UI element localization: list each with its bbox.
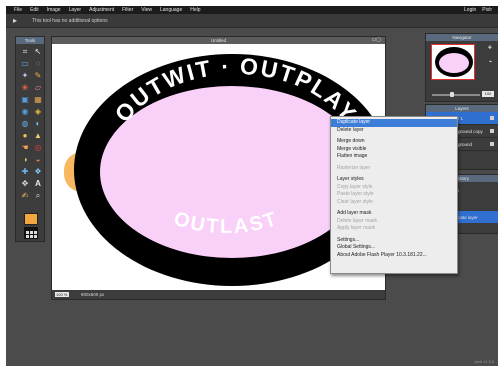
- context-menu-item[interactable]: Duplicate layer: [331, 119, 457, 127]
- pencil-icon[interactable]: ✎: [32, 70, 44, 81]
- type-icon[interactable]: A: [32, 178, 44, 189]
- lasso-icon[interactable]: ◌: [32, 58, 44, 69]
- context-menu-item[interactable]: Settings...: [331, 237, 457, 245]
- context-menu-item: Clear layer style: [337, 198, 373, 205]
- move-tool-icon: ▸: [13, 16, 18, 25]
- navigator-title: Navigator: [426, 34, 498, 41]
- context-menu-item: Rasterize layer: [337, 164, 371, 171]
- dodge-icon[interactable]: ◑: [19, 154, 31, 165]
- pinch-icon[interactable]: ✥: [19, 178, 31, 189]
- zoom-slider-handle[interactable]: [450, 92, 454, 97]
- tools-panel: Tools ⌗ ↖ ▭ ◌ ✦ ✎ ❀ ▱ ▣ ▦ ◉ ◈ ◍ ◐ ● ▲ ☚ …: [15, 36, 45, 242]
- menu-help[interactable]: Help: [190, 6, 200, 14]
- crop-icon[interactable]: ⌗: [19, 46, 31, 57]
- context-menu-item: Delete layer mask: [337, 217, 378, 224]
- sharpen-icon[interactable]: ▲: [32, 130, 44, 141]
- layer-visibility-checkbox[interactable]: [490, 129, 494, 133]
- context-menu-item[interactable]: Global Settings...: [331, 244, 457, 252]
- zoom-slider[interactable]: [432, 94, 480, 96]
- quick-mask-icon[interactable]: [24, 227, 38, 239]
- brand-label: Pixlr: [482, 7, 492, 13]
- zoom-in-icon[interactable]: ✚: [488, 46, 492, 51]
- context-menu-item: Apply layer mask: [337, 225, 376, 231]
- tools-title: Tools: [16, 37, 44, 44]
- context-menu-item[interactable]: Merge visible: [331, 146, 457, 154]
- login-link[interactable]: Login: [464, 6, 476, 14]
- options-message: This tool has no additional options: [32, 18, 108, 24]
- layers-title: Layers: [426, 105, 498, 112]
- move-icon[interactable]: ↖: [32, 46, 44, 57]
- thumbnail-artwork: [435, 47, 473, 77]
- context-menu-item[interactable]: Merge down: [331, 138, 457, 146]
- version-note: pixlr v1.3.0: [474, 359, 494, 364]
- zoom-fit-icon[interactable]: ⌖: [489, 60, 492, 65]
- context-menu-item[interactable]: Layer styles: [331, 176, 457, 184]
- document-size: 800x600 px: [81, 292, 105, 297]
- marquee-icon[interactable]: ▭: [19, 58, 31, 69]
- burn-icon[interactable]: ◒: [32, 154, 44, 165]
- layer-visibility-checkbox[interactable]: [490, 142, 494, 146]
- foreground-color-swatch[interactable]: [24, 213, 38, 225]
- eyedropper-icon[interactable]: ✍: [19, 190, 31, 201]
- menu-image[interactable]: Image: [47, 6, 61, 14]
- sponge-icon[interactable]: ◐: [32, 118, 44, 129]
- zoom-field[interactable]: 100 %: [55, 292, 69, 297]
- menu-layer[interactable]: Layer: [69, 6, 82, 14]
- eraser-icon[interactable]: ▱: [32, 82, 44, 93]
- navigator-zoom-value[interactable]: 100: [482, 91, 494, 97]
- navigator-panel: Navigator ✚ ⌖ 100: [425, 33, 498, 102]
- document-status-bar: 100 % 800x600 px: [52, 290, 385, 299]
- menubar: File Edit Image Layer Adjustment Filter …: [6, 6, 498, 14]
- layer-context-menu: Duplicate layer Delete layer Merge down Mer…: [330, 116, 458, 274]
- bloat-icon[interactable]: ❖: [32, 166, 44, 177]
- zoom-icon[interactable]: ⌕: [32, 190, 44, 201]
- gradient-icon[interactable]: ▦: [32, 94, 44, 105]
- layer-visibility-checkbox[interactable]: [490, 116, 494, 120]
- wand-icon[interactable]: ✦: [19, 70, 31, 81]
- bucket-icon[interactable]: ▣: [19, 94, 31, 105]
- redeye-icon[interactable]: ◎: [32, 142, 44, 153]
- context-menu-item[interactable]: Add layer mask: [331, 210, 457, 218]
- menu-view[interactable]: View: [141, 6, 152, 14]
- app-window: File Edit Image Layer Adjustment Filter …: [6, 6, 498, 366]
- menu-filter[interactable]: Filter: [122, 6, 133, 14]
- blur-icon[interactable]: ●: [19, 130, 31, 141]
- menu-file[interactable]: File: [14, 6, 22, 14]
- menu-language[interactable]: Language: [160, 6, 182, 14]
- context-menu-item[interactable]: About Adobe Flash Player 10.3.181.22...: [331, 252, 457, 260]
- navigator-thumbnail[interactable]: [431, 44, 475, 80]
- context-menu-item: Copy layer style: [337, 183, 373, 190]
- context-menu-item: Paste layer style: [337, 191, 374, 197]
- smudge-icon[interactable]: ☚: [19, 142, 31, 153]
- window-controls-icon[interactable]: ▭▢: [372, 38, 381, 43]
- colorreplace-icon[interactable]: ◈: [32, 106, 44, 117]
- options-bar: ▸ This tool has no additional options: [6, 14, 498, 28]
- context-menu-item[interactable]: Delete layer: [331, 127, 457, 135]
- drawing-icon[interactable]: ◍: [19, 118, 31, 129]
- spot-heal-icon[interactable]: ✚: [19, 166, 31, 177]
- menu-edit[interactable]: Edit: [30, 6, 39, 14]
- document-title: Untitled: [52, 37, 385, 44]
- context-menu-item[interactable]: Flatten image: [331, 153, 457, 161]
- brush-icon[interactable]: ❀: [19, 82, 31, 93]
- menu-adjustment[interactable]: Adjustment: [89, 6, 114, 14]
- clone-icon[interactable]: ◉: [19, 106, 31, 117]
